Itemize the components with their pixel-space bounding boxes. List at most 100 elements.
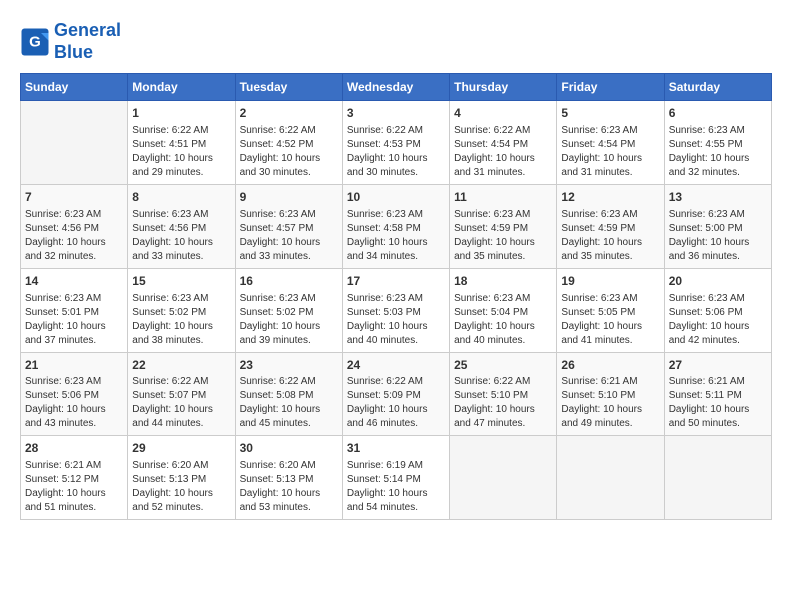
column-header-friday: Friday [557,74,664,101]
day-info: Sunrise: 6:23 AM Sunset: 5:06 PM Dayligh… [25,375,123,431]
calendar-cell: 9 Sunrise: 6:23 AM Sunset: 4:57 PM Daylig… [235,184,342,268]
calendar-cell: 4Sunrise: 6:22 AM Sunset: 4:54 PM Daylig… [450,101,557,185]
day-info: Sunrise: 6:22 AM Sunset: 5:09 PM Dayligh… [347,375,445,431]
day-number: 23 [240,357,338,374]
calendar-cell [664,436,771,520]
svg-text:G: G [29,33,41,50]
calendar-cell: 15 Sunrise: 6:23 AM Sunset: 5:02 PM Dayli… [128,268,235,352]
day-info: Sunrise: 6:23 AM Sunset: 4:56 PM Dayligh… [132,208,230,264]
calendar-cell: 29 Sunrise: 6:20 AM Sunset: 5:13 PM Dayli… [128,436,235,520]
calendar-cell: 14 Sunrise: 6:23 AM Sunset: 5:01 PM Dayli… [21,268,128,352]
day-number: 7 [25,189,123,206]
calendar-cell: 5Sunrise: 6:23 AM Sunset: 4:54 PM Daylig… [557,101,664,185]
day-info: Sunrise: 6:23 AM Sunset: 4:55 PM Dayligh… [669,124,767,180]
calendar-cell: 23Sunrise: 6:22 AM Sunset: 5:08 PM Dayli… [235,352,342,436]
logo-text: General Blue [54,20,121,63]
day-info: Sunrise: 6:22 AM Sunset: 5:08 PM Dayligh… [240,375,338,431]
calendar-cell: 22Sunrise: 6:22 AM Sunset: 5:07 PM Dayli… [128,352,235,436]
calendar-week-row: 28Sunrise: 6:21 AM Sunset: 5:12 PM Dayli… [21,436,772,520]
calendar-cell: 6 Sunrise: 6:23 AM Sunset: 4:55 PM Daylig… [664,101,771,185]
day-number: 9 [240,189,338,206]
day-info: Sunrise: 6:23 AM Sunset: 5:02 PM Dayligh… [132,292,230,348]
column-header-wednesday: Wednesday [342,74,449,101]
day-info: Sunrise: 6:23 AM Sunset: 4:59 PM Dayligh… [454,208,552,264]
day-number: 10 [347,189,445,206]
calendar-cell: 13 Sunrise: 6:23 AM Sunset: 5:00 PM Dayli… [664,184,771,268]
day-info: Sunrise: 6:21 AM Sunset: 5:10 PM Dayligh… [561,375,659,431]
day-number: 11 [454,189,552,206]
day-info: Sunrise: 6:20 AM Sunset: 5:13 PM Dayligh… [132,459,230,515]
calendar-cell: 10 Sunrise: 6:23 AM Sunset: 4:58 PM Dayli… [342,184,449,268]
day-info: Sunrise: 6:22 AM Sunset: 4:53 PM Dayligh… [347,124,445,180]
calendar-cell: 17 Sunrise: 6:23 AM Sunset: 5:03 PM Dayli… [342,268,449,352]
day-info: Sunrise: 6:23 AM Sunset: 5:00 PM Dayligh… [669,208,767,264]
calendar-week-row: 1 Sunrise: 6:22 AM Sunset: 4:51 PM Daylig… [21,101,772,185]
day-number: 18 [454,273,552,290]
day-number: 17 [347,273,445,290]
day-info: Sunrise: 6:23 AM Sunset: 4:59 PM Dayligh… [561,208,659,264]
day-info: Sunrise: 6:22 AM Sunset: 4:52 PM Dayligh… [240,124,338,180]
day-number: 2 [240,105,338,122]
day-number: 28 [25,440,123,457]
day-info: Sunrise: 6:23 AM Sunset: 5:05 PM Dayligh… [561,292,659,348]
calendar-cell [557,436,664,520]
day-number: 29 [132,440,230,457]
calendar-week-row: 21Sunrise: 6:23 AM Sunset: 5:06 PM Dayli… [21,352,772,436]
day-number: 20 [669,273,767,290]
day-info: Sunrise: 6:23 AM Sunset: 4:56 PM Dayligh… [25,208,123,264]
day-info: Sunrise: 6:23 AM Sunset: 5:03 PM Dayligh… [347,292,445,348]
day-number: 13 [669,189,767,206]
day-info: Sunrise: 6:19 AM Sunset: 5:14 PM Dayligh… [347,459,445,515]
calendar-cell: 1 Sunrise: 6:22 AM Sunset: 4:51 PM Daylig… [128,101,235,185]
day-number: 15 [132,273,230,290]
day-info: Sunrise: 6:22 AM Sunset: 5:07 PM Dayligh… [132,375,230,431]
calendar-cell [450,436,557,520]
calendar-cell: 3Sunrise: 6:22 AM Sunset: 4:53 PM Daylig… [342,101,449,185]
day-info: Sunrise: 6:23 AM Sunset: 5:06 PM Dayligh… [669,292,767,348]
day-number: 19 [561,273,659,290]
calendar-cell: 21Sunrise: 6:23 AM Sunset: 5:06 PM Dayli… [21,352,128,436]
day-info: Sunrise: 6:22 AM Sunset: 4:51 PM Dayligh… [132,124,230,180]
day-number: 24 [347,357,445,374]
day-number: 16 [240,273,338,290]
calendar-cell: 19 Sunrise: 6:23 AM Sunset: 5:05 PM Dayli… [557,268,664,352]
day-info: Sunrise: 6:22 AM Sunset: 4:54 PM Dayligh… [454,124,552,180]
day-number: 1 [132,105,230,122]
logo: G General Blue [20,20,121,63]
calendar-week-row: 14 Sunrise: 6:23 AM Sunset: 5:01 PM Dayli… [21,268,772,352]
calendar-cell: 30Sunrise: 6:20 AM Sunset: 5:13 PM Dayli… [235,436,342,520]
calendar-cell: 7 Sunrise: 6:23 AM Sunset: 4:56 PM Daylig… [21,184,128,268]
day-info: Sunrise: 6:23 AM Sunset: 4:58 PM Dayligh… [347,208,445,264]
day-info: Sunrise: 6:23 AM Sunset: 5:01 PM Dayligh… [25,292,123,348]
day-info: Sunrise: 6:22 AM Sunset: 5:10 PM Dayligh… [454,375,552,431]
day-number: 21 [25,357,123,374]
calendar-cell: 12Sunrise: 6:23 AM Sunset: 4:59 PM Dayli… [557,184,664,268]
calendar-header-row: SundayMondayTuesdayWednesdayThursdayFrid… [21,74,772,101]
page-header: G General Blue [20,20,772,63]
calendar-cell: 26Sunrise: 6:21 AM Sunset: 5:10 PM Dayli… [557,352,664,436]
column-header-tuesday: Tuesday [235,74,342,101]
day-number: 31 [347,440,445,457]
day-number: 8 [132,189,230,206]
day-info: Sunrise: 6:23 AM Sunset: 5:02 PM Dayligh… [240,292,338,348]
column-header-monday: Monday [128,74,235,101]
calendar-cell: 24Sunrise: 6:22 AM Sunset: 5:09 PM Dayli… [342,352,449,436]
day-number: 26 [561,357,659,374]
day-info: Sunrise: 6:23 AM Sunset: 4:57 PM Dayligh… [240,208,338,264]
day-number: 27 [669,357,767,374]
calendar-cell: 20 Sunrise: 6:23 AM Sunset: 5:06 PM Dayli… [664,268,771,352]
day-number: 6 [669,105,767,122]
day-number: 22 [132,357,230,374]
column-header-sunday: Sunday [21,74,128,101]
calendar-cell: 28Sunrise: 6:21 AM Sunset: 5:12 PM Dayli… [21,436,128,520]
calendar-cell: 31 Sunrise: 6:19 AM Sunset: 5:14 PM Dayli… [342,436,449,520]
day-info: Sunrise: 6:20 AM Sunset: 5:13 PM Dayligh… [240,459,338,515]
calendar-cell: 8 Sunrise: 6:23 AM Sunset: 4:56 PM Daylig… [128,184,235,268]
day-info: Sunrise: 6:23 AM Sunset: 4:54 PM Dayligh… [561,124,659,180]
calendar-cell: 16 Sunrise: 6:23 AM Sunset: 5:02 PM Dayli… [235,268,342,352]
calendar-cell: 2 Sunrise: 6:22 AM Sunset: 4:52 PM Daylig… [235,101,342,185]
calendar-cell: 11 Sunrise: 6:23 AM Sunset: 4:59 PM Dayli… [450,184,557,268]
day-number: 14 [25,273,123,290]
logo-icon: G [20,27,50,57]
calendar-cell: 27Sunrise: 6:21 AM Sunset: 5:11 PM Dayli… [664,352,771,436]
